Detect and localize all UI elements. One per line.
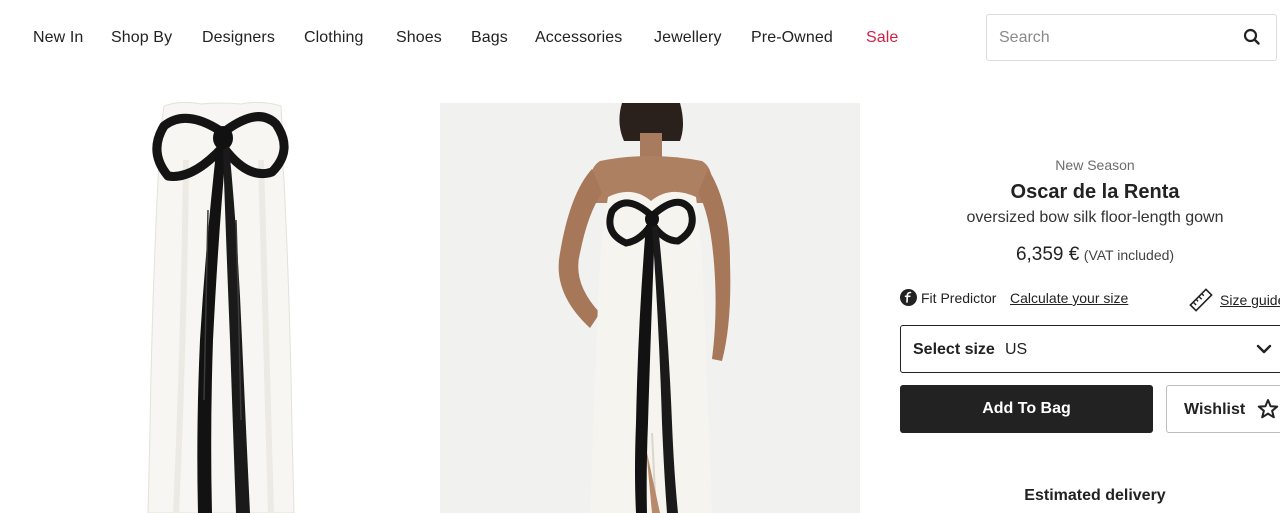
nav-item-clothing[interactable]: Clothing — [304, 29, 364, 47]
product-image-front[interactable] — [36, 100, 416, 513]
size-select-value: US — [1005, 341, 1028, 358]
star-icon[interactable] — [1257, 398, 1279, 420]
price-row: 6,359 € (VAT included) — [910, 244, 1280, 266]
calculate-size-link[interactable]: Calculate your size — [1010, 290, 1128, 306]
product-description: oversized bow silk floor-length gown — [966, 209, 1224, 226]
season-label: New Season — [1055, 157, 1135, 173]
size-select[interactable]: Select size US — [900, 325, 1280, 373]
nav-item-designers[interactable]: Designers — [202, 29, 275, 47]
size-guide-link[interactable]: Size guide — [1220, 292, 1280, 308]
nav-item-accessories[interactable]: Accessories — [535, 29, 622, 47]
nav-item-shoes[interactable]: Shoes — [396, 29, 442, 47]
ruler-icon — [1189, 288, 1213, 312]
fit-predictor-label: Fit Predictor — [921, 290, 997, 306]
price: 6,359 € — [1015, 244, 1080, 265]
product-image-model[interactable] — [440, 103, 860, 513]
product-info-panel: New Season Oscar de la Renta oversized b… — [880, 0, 1280, 513]
estimated-delivery-heading: Estimated delivery — [1024, 487, 1166, 504]
chevron-down-icon[interactable] — [1255, 340, 1273, 358]
add-to-bag-button[interactable]: Add To Bag — [900, 385, 1153, 433]
nav-item-new-in[interactable]: New In — [33, 29, 83, 47]
nav-item-bags[interactable]: Bags — [471, 29, 508, 47]
vat-note: (VAT included) — [1083, 247, 1175, 263]
brand-name[interactable]: Oscar de la Renta — [910, 181, 1280, 204]
nav-item-pre-owned[interactable]: Pre-Owned — [751, 29, 833, 47]
wishlist-label: Wishlist — [1184, 401, 1246, 418]
nav-item-jewellery[interactable]: Jewellery — [654, 29, 722, 47]
fit-predictor-icon — [900, 289, 917, 306]
size-select-label: Select size — [913, 341, 995, 358]
nav-item-shop-by[interactable]: Shop By — [111, 29, 172, 47]
